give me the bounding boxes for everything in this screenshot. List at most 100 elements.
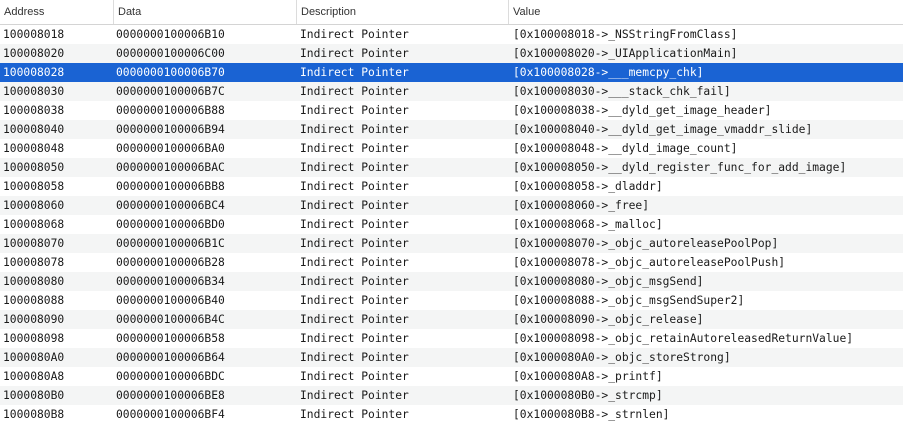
cell-address: 1000080B0 [3, 389, 65, 402]
cell-description: Indirect Pointer [300, 47, 409, 60]
cell-value: [0x100008090->_objc_release] [513, 313, 704, 326]
column-header-data[interactable]: Data [113, 0, 296, 24]
cell-address: 100008078 [3, 256, 65, 269]
cell-description: Indirect Pointer [300, 161, 409, 174]
table-row[interactable]: 1000080B8 0000000100006BF4 Indirect Pointe… [0, 405, 903, 424]
cell-data: 0000000100006B28 [116, 256, 225, 269]
table-row[interactable]: 100008050 0000000100006BAC Indirect Pointe… [0, 158, 903, 177]
table-row[interactable]: 100008020 0000000100006C00 Indirect Pointe… [0, 44, 903, 63]
table-row[interactable]: 100008070 0000000100006B1C Indirect Pointe… [0, 234, 903, 253]
cell-data: 0000000100006B1C [116, 237, 225, 250]
cell-address: 100008098 [3, 332, 65, 345]
table-row-selected[interactable]: 100008028 0000000100006B70 Indirect Pointe… [0, 63, 903, 82]
cell-data: 0000000100006B7C [116, 85, 225, 98]
cell-value: [0x100008068->_malloc] [513, 218, 663, 231]
cell-address: 100008048 [3, 142, 65, 155]
table-row[interactable]: 100008068 0000000100006BD0 Indirect Pointe… [0, 215, 903, 234]
table-row[interactable]: 100008098 0000000100006B58 Indirect Pointe… [0, 329, 903, 348]
cell-description: Indirect Pointer [300, 180, 409, 193]
cell-description: Indirect Pointer [300, 123, 409, 136]
cell-description: Indirect Pointer [300, 332, 409, 345]
cell-address: 100008068 [3, 218, 65, 231]
table-row[interactable]: 100008090 0000000100006B4C Indirect Pointe… [0, 310, 903, 329]
cell-description: Indirect Pointer [300, 389, 409, 402]
table-row[interactable]: 100008018 0000000100006B10 Indirect Pointe… [0, 25, 903, 44]
cell-value: [0x100008018->_NSStringFromClass] [513, 28, 738, 41]
table-row[interactable]: 100008060 0000000100006BC4 Indirect Pointe… [0, 196, 903, 215]
table-row[interactable]: 100008088 0000000100006B40 Indirect Pointe… [0, 291, 903, 310]
cell-value: [0x100008078->_objc_autoreleasePoolPush] [513, 256, 786, 269]
cell-value: [0x1000080B8->_strnlen] [513, 408, 670, 421]
cell-value: [0x100008088->_objc_msgSendSuper2] [513, 294, 745, 307]
cell-description: Indirect Pointer [300, 66, 409, 79]
column-header-value[interactable]: Value [508, 0, 903, 24]
table-row[interactable]: 100008058 0000000100006BB8 Indirect Pointe… [0, 177, 903, 196]
cell-address: 100008018 [3, 28, 65, 41]
table-row[interactable]: 1000080B0 0000000100006BE8 Indirect Pointe… [0, 386, 903, 405]
cell-data: 0000000100006B58 [116, 332, 225, 345]
cell-address: 100008040 [3, 123, 65, 136]
cell-address: 100008050 [3, 161, 65, 174]
table-row[interactable]: 1000080A8 0000000100006BDC Indirect Pointe… [0, 367, 903, 386]
table-row[interactable]: 100008040 0000000100006B94 Indirect Pointe… [0, 120, 903, 139]
cell-value: [0x100008048->__dyld_image_count] [513, 142, 738, 155]
cell-value: [0x100008020->_UIApplicationMain] [513, 47, 738, 60]
cell-description: Indirect Pointer [300, 408, 409, 421]
cell-description: Indirect Pointer [300, 313, 409, 326]
cell-description: Indirect Pointer [300, 294, 409, 307]
cell-data: 0000000100006BC4 [116, 199, 225, 212]
table-row[interactable]: 100008048 0000000100006BA0 Indirect Pointe… [0, 139, 903, 158]
cell-description: Indirect Pointer [300, 275, 409, 288]
cell-data: 0000000100006BF4 [116, 408, 225, 421]
table-header: Address Data Description Value [0, 0, 903, 25]
table-row[interactable]: 100008078 0000000100006B28 Indirect Pointe… [0, 253, 903, 272]
cell-address: 100008030 [3, 85, 65, 98]
cell-address: 100008090 [3, 313, 65, 326]
cell-data: 0000000100006BA0 [116, 142, 225, 155]
cell-value: [0x100008080->_objc_msgSend] [513, 275, 704, 288]
cell-address: 100008070 [3, 237, 65, 250]
cell-description: Indirect Pointer [300, 351, 409, 364]
cell-description: Indirect Pointer [300, 104, 409, 117]
cell-address: 100008038 [3, 104, 65, 117]
cell-data: 0000000100006BAC [116, 161, 225, 174]
cell-value: [0x1000080A8->_printf] [513, 370, 663, 383]
cell-address: 100008020 [3, 47, 65, 60]
column-header-description[interactable]: Description [296, 0, 508, 24]
cell-value: [0x100008058->_dladdr] [513, 180, 663, 193]
cell-description: Indirect Pointer [300, 28, 409, 41]
cell-address: 1000080A8 [3, 370, 65, 383]
cell-data: 0000000100006B70 [116, 66, 225, 79]
cell-data: 0000000100006B40 [116, 294, 225, 307]
cell-data: 0000000100006BD0 [116, 218, 225, 231]
table-row[interactable]: 100008080 0000000100006B34 Indirect Pointe… [0, 272, 903, 291]
cell-value: [0x100008098->_objc_retainAutoreleasedRe… [513, 332, 854, 345]
table-row[interactable]: 100008030 0000000100006B7C Indirect Pointe… [0, 82, 903, 101]
cell-address: 100008028 [3, 66, 65, 79]
cell-value: [0x1000080A0->_objc_storeStrong] [513, 351, 731, 364]
cell-value: [0x1000080B0->_strcmp] [513, 389, 663, 402]
cell-address: 100008088 [3, 294, 65, 307]
cell-address: 100008058 [3, 180, 65, 193]
cell-value: [0x100008040->__dyld_get_image_vmaddr_sl… [513, 123, 813, 136]
cell-data: 0000000100006B10 [116, 28, 225, 41]
cell-data: 0000000100006B4C [116, 313, 225, 326]
cell-data: 0000000100006B64 [116, 351, 225, 364]
cell-description: Indirect Pointer [300, 370, 409, 383]
table-row[interactable]: 1000080A0 0000000100006B64 Indirect Pointe… [0, 348, 903, 367]
symbol-pointer-table: Address Data Description Value 100008018… [0, 0, 903, 432]
cell-value: [0x100008030->___stack_chk_fail] [513, 85, 731, 98]
cell-description: Indirect Pointer [300, 256, 409, 269]
cell-description: Indirect Pointer [300, 237, 409, 250]
cell-data: 0000000100006C00 [116, 47, 225, 60]
cell-address: 1000080B8 [3, 408, 65, 421]
cell-data: 0000000100006B94 [116, 123, 225, 136]
column-header-address[interactable]: Address [0, 0, 113, 24]
cell-value: [0x100008060->_free] [513, 199, 650, 212]
cell-description: Indirect Pointer [300, 85, 409, 98]
table-row[interactable]: 100008038 0000000100006B88 Indirect Pointe… [0, 101, 903, 120]
cell-value: [0x100008028->___memcpy_chk] [513, 66, 704, 79]
cell-address: 100008060 [3, 199, 65, 212]
table-body: 100008018 0000000100006B10 Indirect Pointe… [0, 25, 903, 424]
cell-data: 0000000100006B88 [116, 104, 225, 117]
